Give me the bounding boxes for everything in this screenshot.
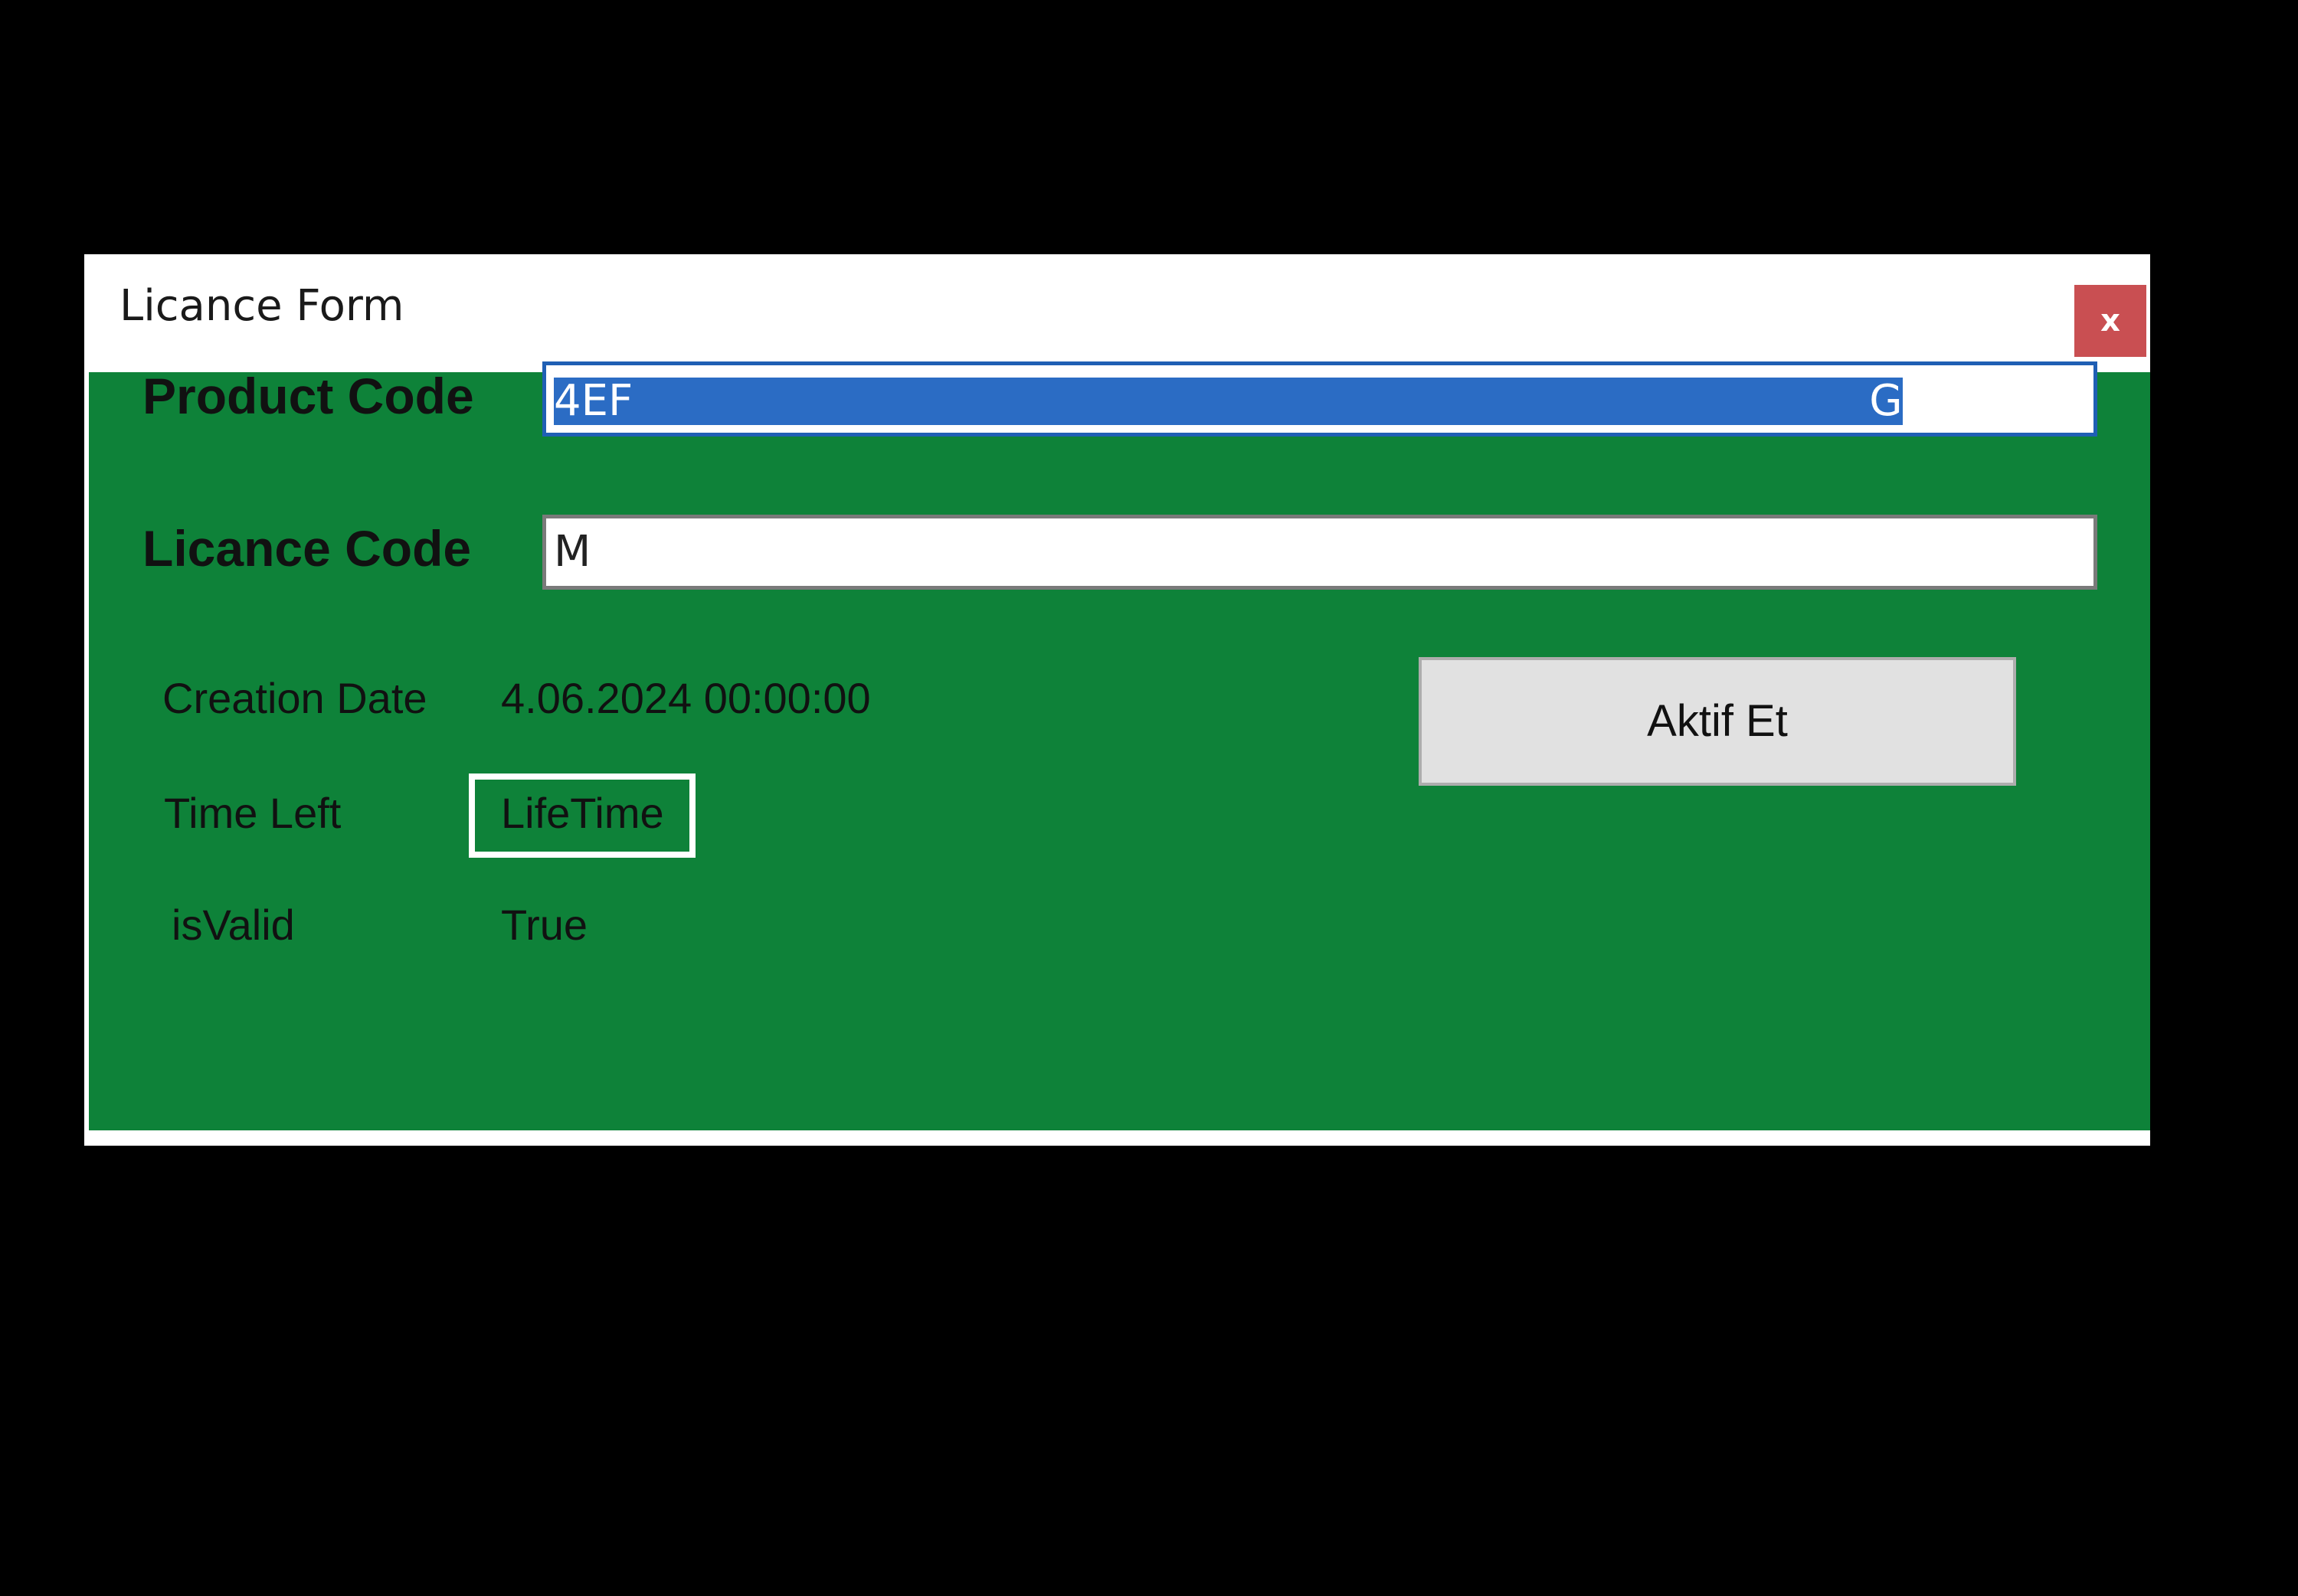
product-code-input[interactable]: 4EF G	[542, 361, 2097, 437]
creation-date-label: Creation Date	[162, 674, 427, 722]
product-code-masked-selection	[633, 377, 1870, 425]
close-button[interactable]: x	[2074, 285, 2146, 357]
licance-code-label: Licance Code	[142, 520, 472, 577]
product-code-selected-start: 4EF	[554, 375, 633, 426]
window-bottom-edge	[84, 1130, 2150, 1146]
product-code-label: Product Code	[142, 368, 474, 424]
is-valid-label: isValid	[172, 901, 295, 949]
licance-form-window: Licance Form x Product Code 4EF G Licance…	[84, 254, 2150, 1146]
time-left-label: Time Left	[164, 789, 342, 837]
product-code-selected-end: G	[1869, 375, 1903, 426]
activate-button[interactable]: Aktif Et	[1419, 657, 2016, 786]
screen: Licance Form x Product Code 4EF G Licance…	[0, 0, 2298, 1596]
creation-date-value: 4.06.2024 00:00:00	[501, 674, 871, 722]
licance-code-input[interactable]: M	[542, 515, 2097, 590]
title-bar: Licance Form x	[84, 254, 2150, 372]
window-title: Licance Form	[119, 281, 404, 331]
form-body: Product Code 4EF G Licance Code M Creatio…	[89, 361, 2150, 1130]
is-valid-value: True	[501, 901, 588, 949]
time-left-value: LifeTime	[501, 789, 664, 837]
licance-code-value: M	[554, 527, 591, 577]
